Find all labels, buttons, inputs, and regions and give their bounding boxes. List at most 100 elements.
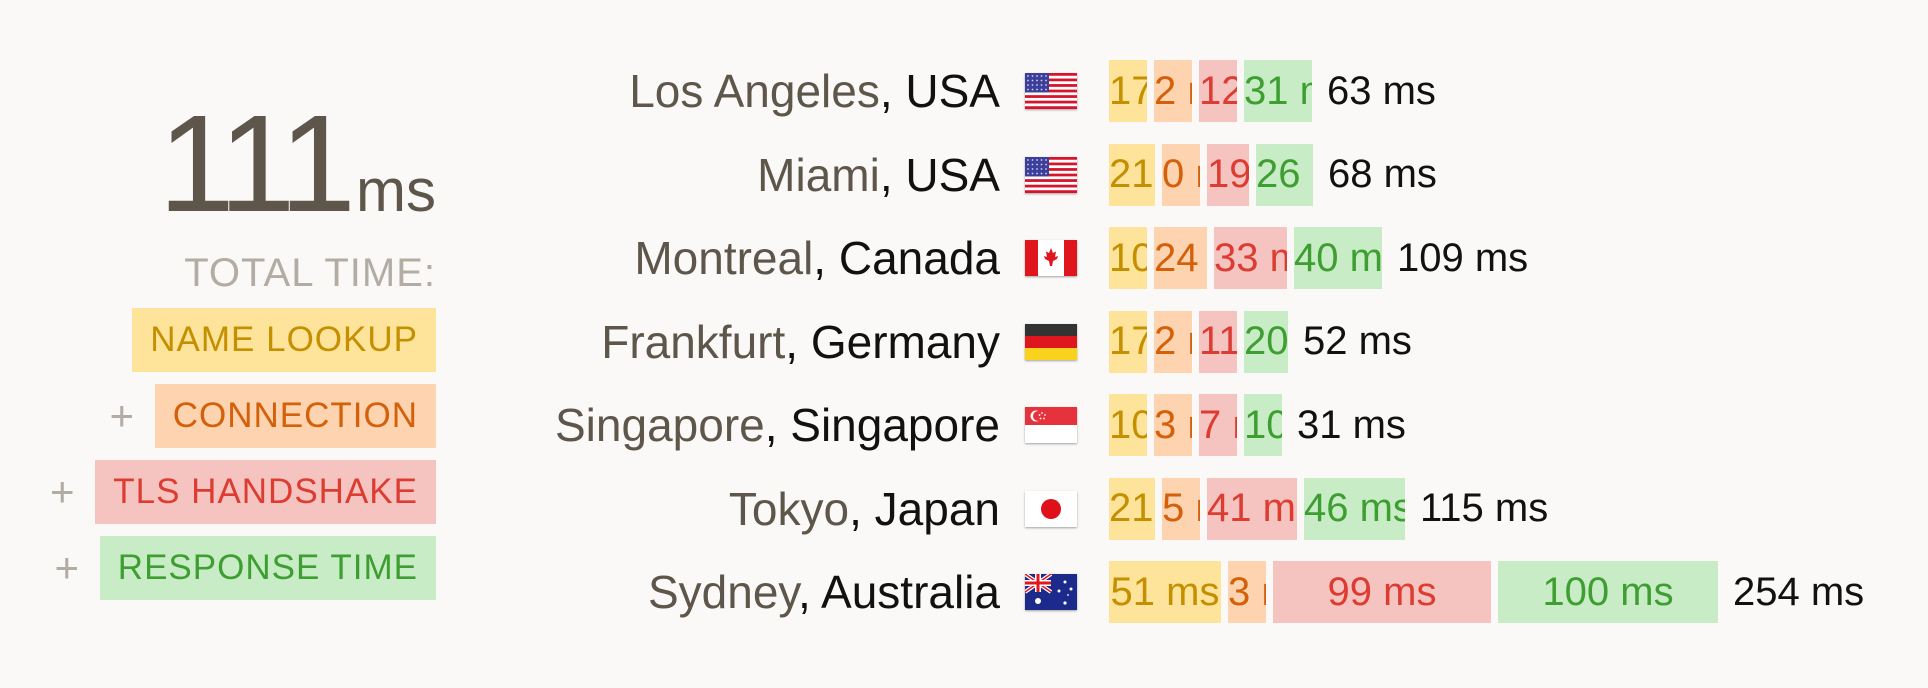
bar-value-label: 31 ms [1244,68,1312,113]
plus-icon: + [109,392,134,439]
chart-row: Sydney, Australia 51 ms3 ms 99 ms 100 ms 254… [440,561,1920,623]
country-name: , USA [879,65,1000,117]
legend-chip-tls-handshake: TLS HANDSHAKE [95,460,436,524]
bar-response-time: 46 ms [1304,477,1405,540]
bar-name-lookup: 21 ms [1109,143,1155,206]
bar-value-label: 5 ms [1162,486,1200,530]
chart-row: Frankfurt, Germany 17 ms2 ms11 ms20 ms 52 … [440,310,1920,373]
bar-name-lookup: 10 ms [1109,394,1147,456]
bar-value-label: 3 ms [1228,569,1266,614]
jp-flag-icon [1025,490,1077,527]
city-name: Los Angeles [629,65,880,117]
bar-connection: 3 ms [1154,394,1192,456]
bar-tls-handshake: 11 ms [1199,310,1237,373]
country-name: , Japan [849,482,1000,535]
bar-name-lookup: 10 ms [1109,227,1147,289]
bar-value-label: 33 ms [1214,235,1287,280]
bar-value-label: 10 ms [1109,402,1147,447]
bar-connection: 2 ms [1154,310,1192,373]
country-name: , Singapore [764,399,1000,451]
chart-row: Montreal, Canada 10 ms24 ms33 ms40 ms 109 … [440,227,1920,289]
bar-tls-handshake: 99 ms [1273,561,1491,623]
sg-flag-icon [1025,407,1077,443]
row-total-label: 254 ms [1733,569,1865,614]
legend-chip-name-lookup: NAME LOOKUP [132,308,436,372]
city-name: Miami [757,148,880,201]
de-flag-icon [1025,323,1077,360]
location-label: Sydney, Australia [440,565,1000,619]
bar-value-label: 3 ms [1154,402,1192,447]
bar-tls-handshake: 12 ms [1199,60,1237,122]
bar-value-label: 24 ms [1154,235,1207,280]
row-total-label: 63 ms [1327,68,1436,113]
bar-value-label: 100 ms [1542,569,1674,614]
bar-value-label: 51 ms [1110,569,1220,614]
bar-connection: 0 ms [1162,143,1200,206]
bar-value-label: 21 ms [1109,486,1155,530]
city-name: Sydney [647,566,798,618]
bar-value-label: 17 ms [1109,68,1147,113]
chart-row: Tokyo, Japan 21 ms5 ms41 ms46 ms 115 ms [440,477,1920,540]
bar-name-lookup: 21 ms [1109,477,1155,540]
chart-row: Miami, USA 21 ms0 ms19 ms26 ms 68 ms [440,143,1920,206]
chart-row: Los Angeles, USA 17 ms2 ms12 ms31 ms 63 ms [440,60,1920,122]
country-name: , USA [879,148,1000,201]
bar-connection: 5 ms [1162,477,1200,540]
stacked-bars: 51 ms3 ms 99 ms 100 ms 254 ms [1109,561,1864,623]
city-name: Tokyo [728,482,850,535]
bar-connection: 3 ms [1228,561,1266,623]
row-total-label: 68 ms [1328,152,1437,196]
stacked-bars: 17 ms2 ms11 ms20 ms 52 ms [1109,310,1412,373]
stacked-bars: 10 ms24 ms33 ms40 ms 109 ms [1109,227,1528,289]
bar-name-lookup: 17 ms [1109,60,1147,122]
bar-response-time: 20 ms [1244,310,1288,373]
legend-chip-connection: CONNECTION [154,384,436,448]
city-name: Singapore [555,399,765,451]
bar-value-label: 40 ms [1294,235,1382,280]
bar-value-label: 2 ms [1154,68,1192,113]
location-label: Singapore, Singapore [440,398,1000,452]
total-time-unit: ms [356,157,436,224]
us-flag-icon [1025,156,1077,193]
bar-response-time: 100 ms [1498,561,1718,623]
bar-value-label: 12 ms [1199,68,1237,113]
legend-item-tls-handshake: + TLS HANDSHAKE [41,460,436,524]
bar-value-label: 2 ms [1154,319,1192,363]
bar-response-time: 31 ms [1244,60,1312,122]
legend-chip-response-time: RESPONSE TIME [99,536,436,600]
country-name: , Canada [813,232,1000,284]
bar-value-label: 46 ms [1304,486,1405,530]
stacked-bars: 21 ms5 ms41 ms46 ms 115 ms [1109,477,1549,540]
bar-tls-handshake: 19 ms [1207,143,1249,206]
bar-value-label: 7 ms [1199,402,1237,447]
bar-name-lookup: 51 ms [1109,561,1221,623]
ca-flag-icon [1025,240,1077,276]
row-total-label: 52 ms [1303,319,1412,363]
au-flag-icon [1025,574,1077,610]
bar-connection: 2 ms [1154,60,1192,122]
bar-tls-handshake: 41 ms [1207,477,1297,540]
location-label: Montreal, Canada [440,231,1000,285]
plus-icon: + [54,544,80,591]
bar-value-label: 17 ms [1109,319,1147,363]
bar-value-label: 21 ms [1109,152,1155,196]
bar-response-time: 40 ms [1294,227,1382,289]
bar-value-label: 19 ms [1207,152,1249,196]
legend-item-name-lookup: NAME LOOKUP [132,308,436,372]
bar-value-label: 0 ms [1162,152,1200,196]
chart-row: Singapore, Singapore10 ms3 ms7 ms10 ms31… [440,394,1920,456]
location-label: Miami, USA [440,148,1000,202]
us-flag-icon [1025,73,1077,109]
location-label: Los Angeles, USA [440,64,1000,118]
bar-name-lookup: 17 ms [1109,310,1147,373]
city-name: Montreal [634,232,814,284]
location-label: Tokyo, Japan [440,482,1000,536]
location-label: Frankfurt, Germany [440,315,1000,369]
plus-icon: + [49,468,75,515]
row-total-label: 115 ms [1420,486,1549,530]
legend-panel: 111 ms TOTAL TIME: NAME LOOKUP + CONNECT… [0,95,436,600]
bar-value-label: 10 ms [1244,402,1282,447]
country-name: , Australia [798,566,1000,618]
country-name: , Germany [785,315,1000,368]
bar-response-time: 26 ms [1256,143,1313,206]
